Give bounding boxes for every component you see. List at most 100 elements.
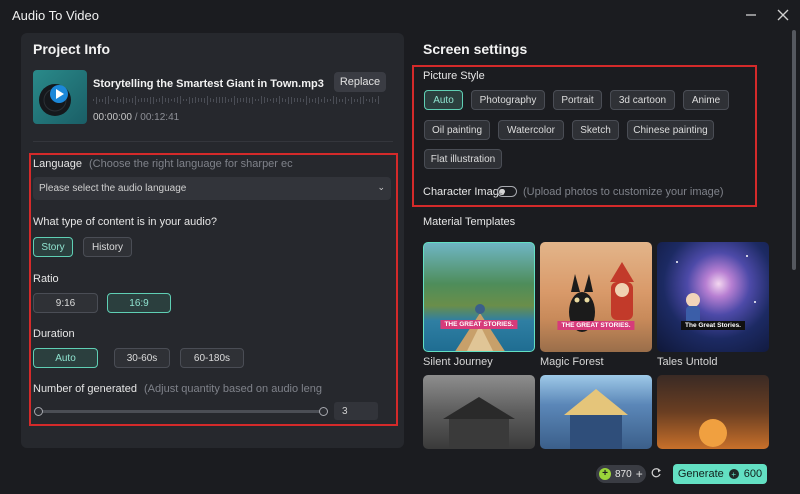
- close-button[interactable]: [774, 6, 792, 24]
- waveform-bar: [282, 98, 283, 102]
- waveform-bar: [207, 95, 208, 105]
- project-info-title: Project Info: [33, 41, 111, 57]
- waveform-bar: [285, 98, 286, 102]
- style-option-watercolor[interactable]: Watercolor: [498, 120, 564, 140]
- waveform-bar: [351, 96, 352, 104]
- waveform-bar: [357, 98, 358, 102]
- template-card-magic-forest[interactable]: THE GREAT STORIES.: [540, 242, 652, 352]
- waveform-bar: [261, 96, 262, 104]
- minimize-button[interactable]: [742, 6, 760, 24]
- picture-style-label: Picture Style: [423, 70, 485, 82]
- waveform-bar: [252, 96, 253, 104]
- waveform-bar: [279, 96, 280, 104]
- waveform-bar: [345, 96, 346, 104]
- waveform-bar: [168, 97, 169, 103]
- character-image-toggle[interactable]: [497, 186, 517, 197]
- waveform-bar: [216, 97, 217, 103]
- waveform-bar: [342, 98, 343, 102]
- audio-waveform[interactable]: [93, 95, 385, 105]
- waveform-bar: [177, 97, 178, 103]
- waveform-bar: [144, 98, 145, 102]
- waveform-bar: [318, 96, 319, 104]
- waveform-bar: [258, 99, 259, 101]
- waveform-bar: [96, 96, 97, 104]
- waveform-bar: [174, 98, 175, 102]
- waveform-bar: [225, 97, 226, 103]
- style-option-3d-cartoon[interactable]: 3d cartoon: [610, 90, 675, 110]
- waveform-bar: [246, 97, 247, 103]
- add-credits-icon[interactable]: +: [636, 467, 643, 481]
- waveform-bar: [189, 96, 190, 104]
- generate-cost: 600: [743, 468, 763, 480]
- generate-label: Generate: [677, 468, 724, 480]
- credits-balance[interactable]: + 870 +: [596, 465, 646, 483]
- waveform-bar: [231, 98, 232, 102]
- waveform-bar: [117, 97, 118, 103]
- waveform-bar: [366, 99, 367, 101]
- template-card-fireplace[interactable]: [657, 375, 769, 449]
- style-option-oil-painting[interactable]: Oil painting: [424, 120, 490, 140]
- total-duration: 00:12:41: [140, 112, 180, 123]
- waveform-bar: [300, 98, 301, 102]
- waveform-bar: [336, 96, 337, 104]
- current-time: 00:00:00: [93, 112, 132, 123]
- waveform-bar: [219, 97, 220, 103]
- template-card-silent-journey[interactable]: THE GREAT STORIES.: [423, 242, 535, 352]
- credit-coin-icon: +: [728, 469, 739, 479]
- screen-settings-title: Screen settings: [423, 41, 528, 57]
- waveform-bar: [159, 98, 160, 102]
- generate-button[interactable]: Generate + 600: [673, 464, 767, 484]
- scrollbar-thumb[interactable]: [792, 30, 796, 270]
- vinyl-record-icon: [39, 84, 71, 116]
- waveform-bar: [105, 96, 106, 104]
- canoe-illustration: [455, 304, 505, 351]
- waveform-bar: [93, 99, 94, 101]
- waveform-bar: [312, 98, 313, 102]
- template-name: Silent Journey: [423, 356, 493, 368]
- house-illustration: [443, 397, 515, 449]
- waveform-bar: [108, 96, 109, 104]
- style-option-flat-illustration[interactable]: Flat illustration: [424, 149, 502, 169]
- waveform-bar: [243, 98, 244, 102]
- waveform-bar: [141, 98, 142, 102]
- template-card-tales-untold[interactable]: The Great Stories.: [657, 242, 769, 352]
- waveform-bar: [294, 98, 295, 102]
- waveform-bar: [378, 96, 379, 104]
- waveform-bar: [132, 97, 133, 103]
- waveform-bar: [156, 98, 157, 102]
- waveform-bar: [303, 98, 304, 102]
- template-banner: THE GREAT STORIES.: [557, 321, 635, 330]
- window-title: Audio To Video: [12, 7, 99, 23]
- waveform-bar: [255, 99, 256, 101]
- style-option-auto[interactable]: Auto: [424, 90, 463, 110]
- style-option-photography[interactable]: Photography: [471, 90, 545, 110]
- cottage-illustration: [564, 389, 628, 449]
- template-name: Tales Untold: [657, 356, 718, 368]
- waveform-bar: [327, 98, 328, 102]
- style-option-chinese-painting[interactable]: Chinese painting: [627, 120, 714, 140]
- style-option-sketch[interactable]: Sketch: [572, 120, 619, 140]
- waveform-bar: [150, 96, 151, 104]
- waveform-bar: [171, 99, 172, 101]
- waveform-bar: [135, 95, 136, 105]
- waveform-bar: [270, 99, 271, 101]
- characters-illustration: [569, 262, 634, 332]
- divider: [33, 141, 393, 142]
- waveform-bar: [324, 97, 325, 103]
- style-option-anime[interactable]: Anime: [683, 90, 729, 110]
- waveform-bar: [111, 99, 112, 101]
- waveform-bar: [195, 97, 196, 103]
- waveform-bar: [183, 99, 184, 101]
- audio-file-name: Storytelling the Smartest Giant in Town.…: [93, 78, 324, 90]
- waveform-bar: [162, 96, 163, 104]
- playback-time: 00:00:00 / 00:12:41: [93, 112, 179, 123]
- replace-button[interactable]: Replace: [334, 72, 386, 92]
- waveform-bar: [222, 97, 223, 103]
- template-card-blue-cottage[interactable]: [540, 375, 652, 449]
- style-option-portrait[interactable]: Portrait: [553, 90, 602, 110]
- waveform-bar: [210, 98, 211, 102]
- template-banner: THE GREAT STORIES.: [440, 320, 518, 329]
- template-card-haunted-house[interactable]: [423, 375, 535, 449]
- waveform-bar: [339, 98, 340, 102]
- refresh-icon[interactable]: [650, 467, 662, 479]
